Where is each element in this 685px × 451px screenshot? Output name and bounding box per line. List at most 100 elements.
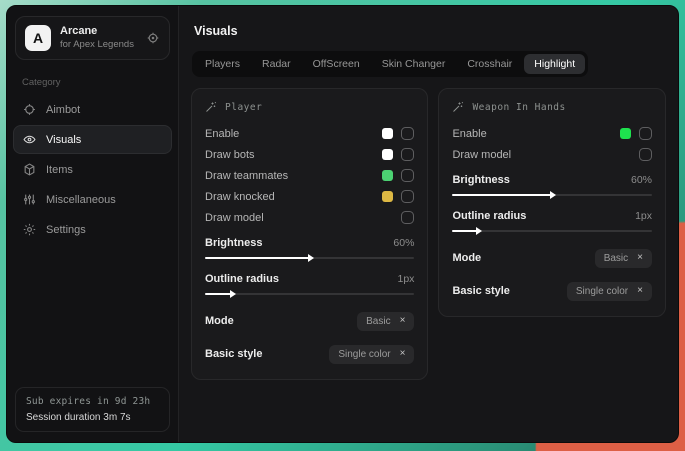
slider-thumb[interactable] bbox=[308, 254, 314, 262]
slider-label-line: Outline radius1px bbox=[205, 271, 414, 287]
tag-remove-icon[interactable]: × bbox=[637, 286, 643, 296]
select-row: Mode Basic × bbox=[205, 309, 414, 333]
slider-label: Brightness bbox=[452, 174, 509, 186]
tab-offscreen[interactable]: OffScreen bbox=[303, 54, 370, 74]
tab-highlight[interactable]: Highlight bbox=[524, 54, 585, 74]
page-title: Visuals bbox=[194, 24, 666, 38]
toggle-row: Draw bots bbox=[205, 144, 414, 165]
slider-track[interactable] bbox=[452, 225, 652, 237]
color-swatch[interactable] bbox=[382, 191, 393, 202]
toggle-row: Enable bbox=[205, 123, 414, 144]
slider-rail bbox=[205, 293, 414, 295]
sliders-icon bbox=[23, 193, 36, 206]
select-label: Mode bbox=[452, 252, 481, 264]
select-row: Basic styleSingle color× bbox=[205, 342, 414, 366]
checkbox[interactable] bbox=[401, 169, 414, 182]
toggle-label: Enable bbox=[452, 128, 486, 140]
sidebar-item-visuals[interactable]: Visuals bbox=[13, 125, 172, 154]
select-label: Basic style bbox=[452, 285, 509, 297]
tab-radar[interactable]: Radar bbox=[252, 54, 301, 74]
selected-tag[interactable]: Basic × bbox=[357, 312, 414, 331]
sidebar-item-label: Aimbot bbox=[46, 104, 80, 116]
select-label: Mode bbox=[205, 315, 234, 327]
slider-label: Outline radius bbox=[452, 210, 526, 222]
slider-fill bbox=[205, 293, 232, 295]
sidebar-item-items[interactable]: Items bbox=[13, 155, 172, 184]
slider-row: Outline radius 1px bbox=[452, 208, 652, 237]
app-logo: A bbox=[25, 25, 51, 51]
wand-icon bbox=[452, 101, 464, 113]
slider-label-line: Outline radius 1px bbox=[452, 208, 652, 224]
panel-title: Weapon In Hands bbox=[472, 102, 565, 113]
slider-fill bbox=[452, 194, 552, 196]
toggle-label: Draw knocked bbox=[205, 191, 275, 203]
cube-icon bbox=[23, 163, 36, 176]
toggle-controls bbox=[401, 211, 414, 224]
tag-remove-icon[interactable]: × bbox=[637, 253, 643, 263]
slider-thumb[interactable] bbox=[550, 191, 556, 199]
slider-value: 60% bbox=[393, 237, 414, 249]
sidebar-item-aimbot[interactable]: Aimbot bbox=[13, 95, 172, 124]
sub-expires-text: Sub expires in 9d 23h bbox=[26, 396, 159, 407]
tag-label: Single color bbox=[576, 286, 628, 297]
checkbox[interactable] bbox=[401, 127, 414, 140]
subscription-box: Sub expires in 9d 23h Session duration 3… bbox=[15, 387, 170, 432]
toggle-row: Draw knocked bbox=[205, 186, 414, 207]
sidebar-item-miscellaneous[interactable]: Miscellaneous bbox=[13, 185, 172, 214]
color-swatch[interactable] bbox=[382, 128, 393, 139]
sidebar-item-label: Miscellaneous bbox=[46, 194, 116, 206]
slider-label-line: Brightness60% bbox=[205, 235, 414, 251]
slider-row: Brightness60% bbox=[452, 172, 652, 201]
slider-thumb[interactable] bbox=[230, 290, 236, 298]
slider-row: Brightness60% bbox=[205, 235, 414, 264]
selected-tag[interactable]: Single color × bbox=[567, 282, 652, 301]
toggle-controls bbox=[620, 127, 652, 140]
slider-thumb[interactable] bbox=[476, 227, 482, 235]
slider-row: Outline radius1px bbox=[205, 271, 414, 300]
slider-track[interactable] bbox=[452, 189, 652, 201]
color-swatch[interactable] bbox=[382, 149, 393, 160]
slider-track[interactable] bbox=[205, 288, 414, 300]
slider-label: Outline radius bbox=[205, 273, 279, 285]
slider-fill bbox=[452, 230, 478, 232]
target-icon[interactable] bbox=[146, 31, 160, 45]
toggle-row: Draw model bbox=[452, 144, 652, 165]
slider-track[interactable] bbox=[205, 252, 414, 264]
checkbox[interactable] bbox=[639, 148, 652, 161]
settings-panels: PlayerEnableDraw botsDraw teammatesDraw … bbox=[191, 88, 666, 380]
panel-title: Player bbox=[225, 102, 262, 113]
selected-tag[interactable]: Single color× bbox=[329, 345, 414, 364]
tag-remove-icon[interactable]: × bbox=[400, 316, 406, 326]
slider-fill bbox=[205, 257, 310, 259]
toggle-row: Enable bbox=[452, 123, 652, 144]
selected-tag[interactable]: Basic× bbox=[595, 249, 652, 268]
slider-value: 1px bbox=[635, 210, 652, 222]
toggle-controls bbox=[382, 127, 414, 140]
panel-header: Weapon In Hands bbox=[452, 101, 652, 113]
eye-icon bbox=[23, 133, 36, 146]
checkbox[interactable] bbox=[639, 127, 652, 140]
app-meta: Arcane for Apex Legends bbox=[60, 25, 134, 51]
slider-label-line: Brightness60% bbox=[452, 172, 652, 188]
sidebar-item-label: Settings bbox=[46, 224, 86, 236]
tag-remove-icon[interactable]: × bbox=[400, 349, 406, 359]
tab-skin-changer[interactable]: Skin Changer bbox=[372, 54, 456, 74]
toggle-row: Draw teammates bbox=[205, 165, 414, 186]
sidebar: A Arcane for Apex Legends Category Aimbo… bbox=[7, 6, 179, 442]
color-swatch[interactable] bbox=[382, 170, 393, 181]
tab-crosshair[interactable]: Crosshair bbox=[457, 54, 522, 74]
sidebar-nav: Aimbot VisualsItems Miscellaneous Settings bbox=[7, 95, 178, 244]
crosshair-icon bbox=[23, 103, 36, 116]
tab-players[interactable]: Players bbox=[195, 54, 250, 74]
desktop-background: { "app": { "name": "Arcane", "subtitle":… bbox=[0, 0, 685, 451]
checkbox[interactable] bbox=[401, 211, 414, 224]
color-swatch[interactable] bbox=[620, 128, 631, 139]
session-duration-text: Session duration 3m 7s bbox=[26, 412, 159, 423]
toggle-label: Draw model bbox=[205, 212, 264, 224]
tag-label: Basic bbox=[366, 316, 390, 327]
sidebar-item-settings[interactable]: Settings bbox=[13, 215, 172, 244]
category-label: Category bbox=[22, 77, 163, 88]
checkbox[interactable] bbox=[401, 190, 414, 203]
app-window: A Arcane for Apex Legends Category Aimbo… bbox=[6, 5, 679, 443]
checkbox[interactable] bbox=[401, 148, 414, 161]
